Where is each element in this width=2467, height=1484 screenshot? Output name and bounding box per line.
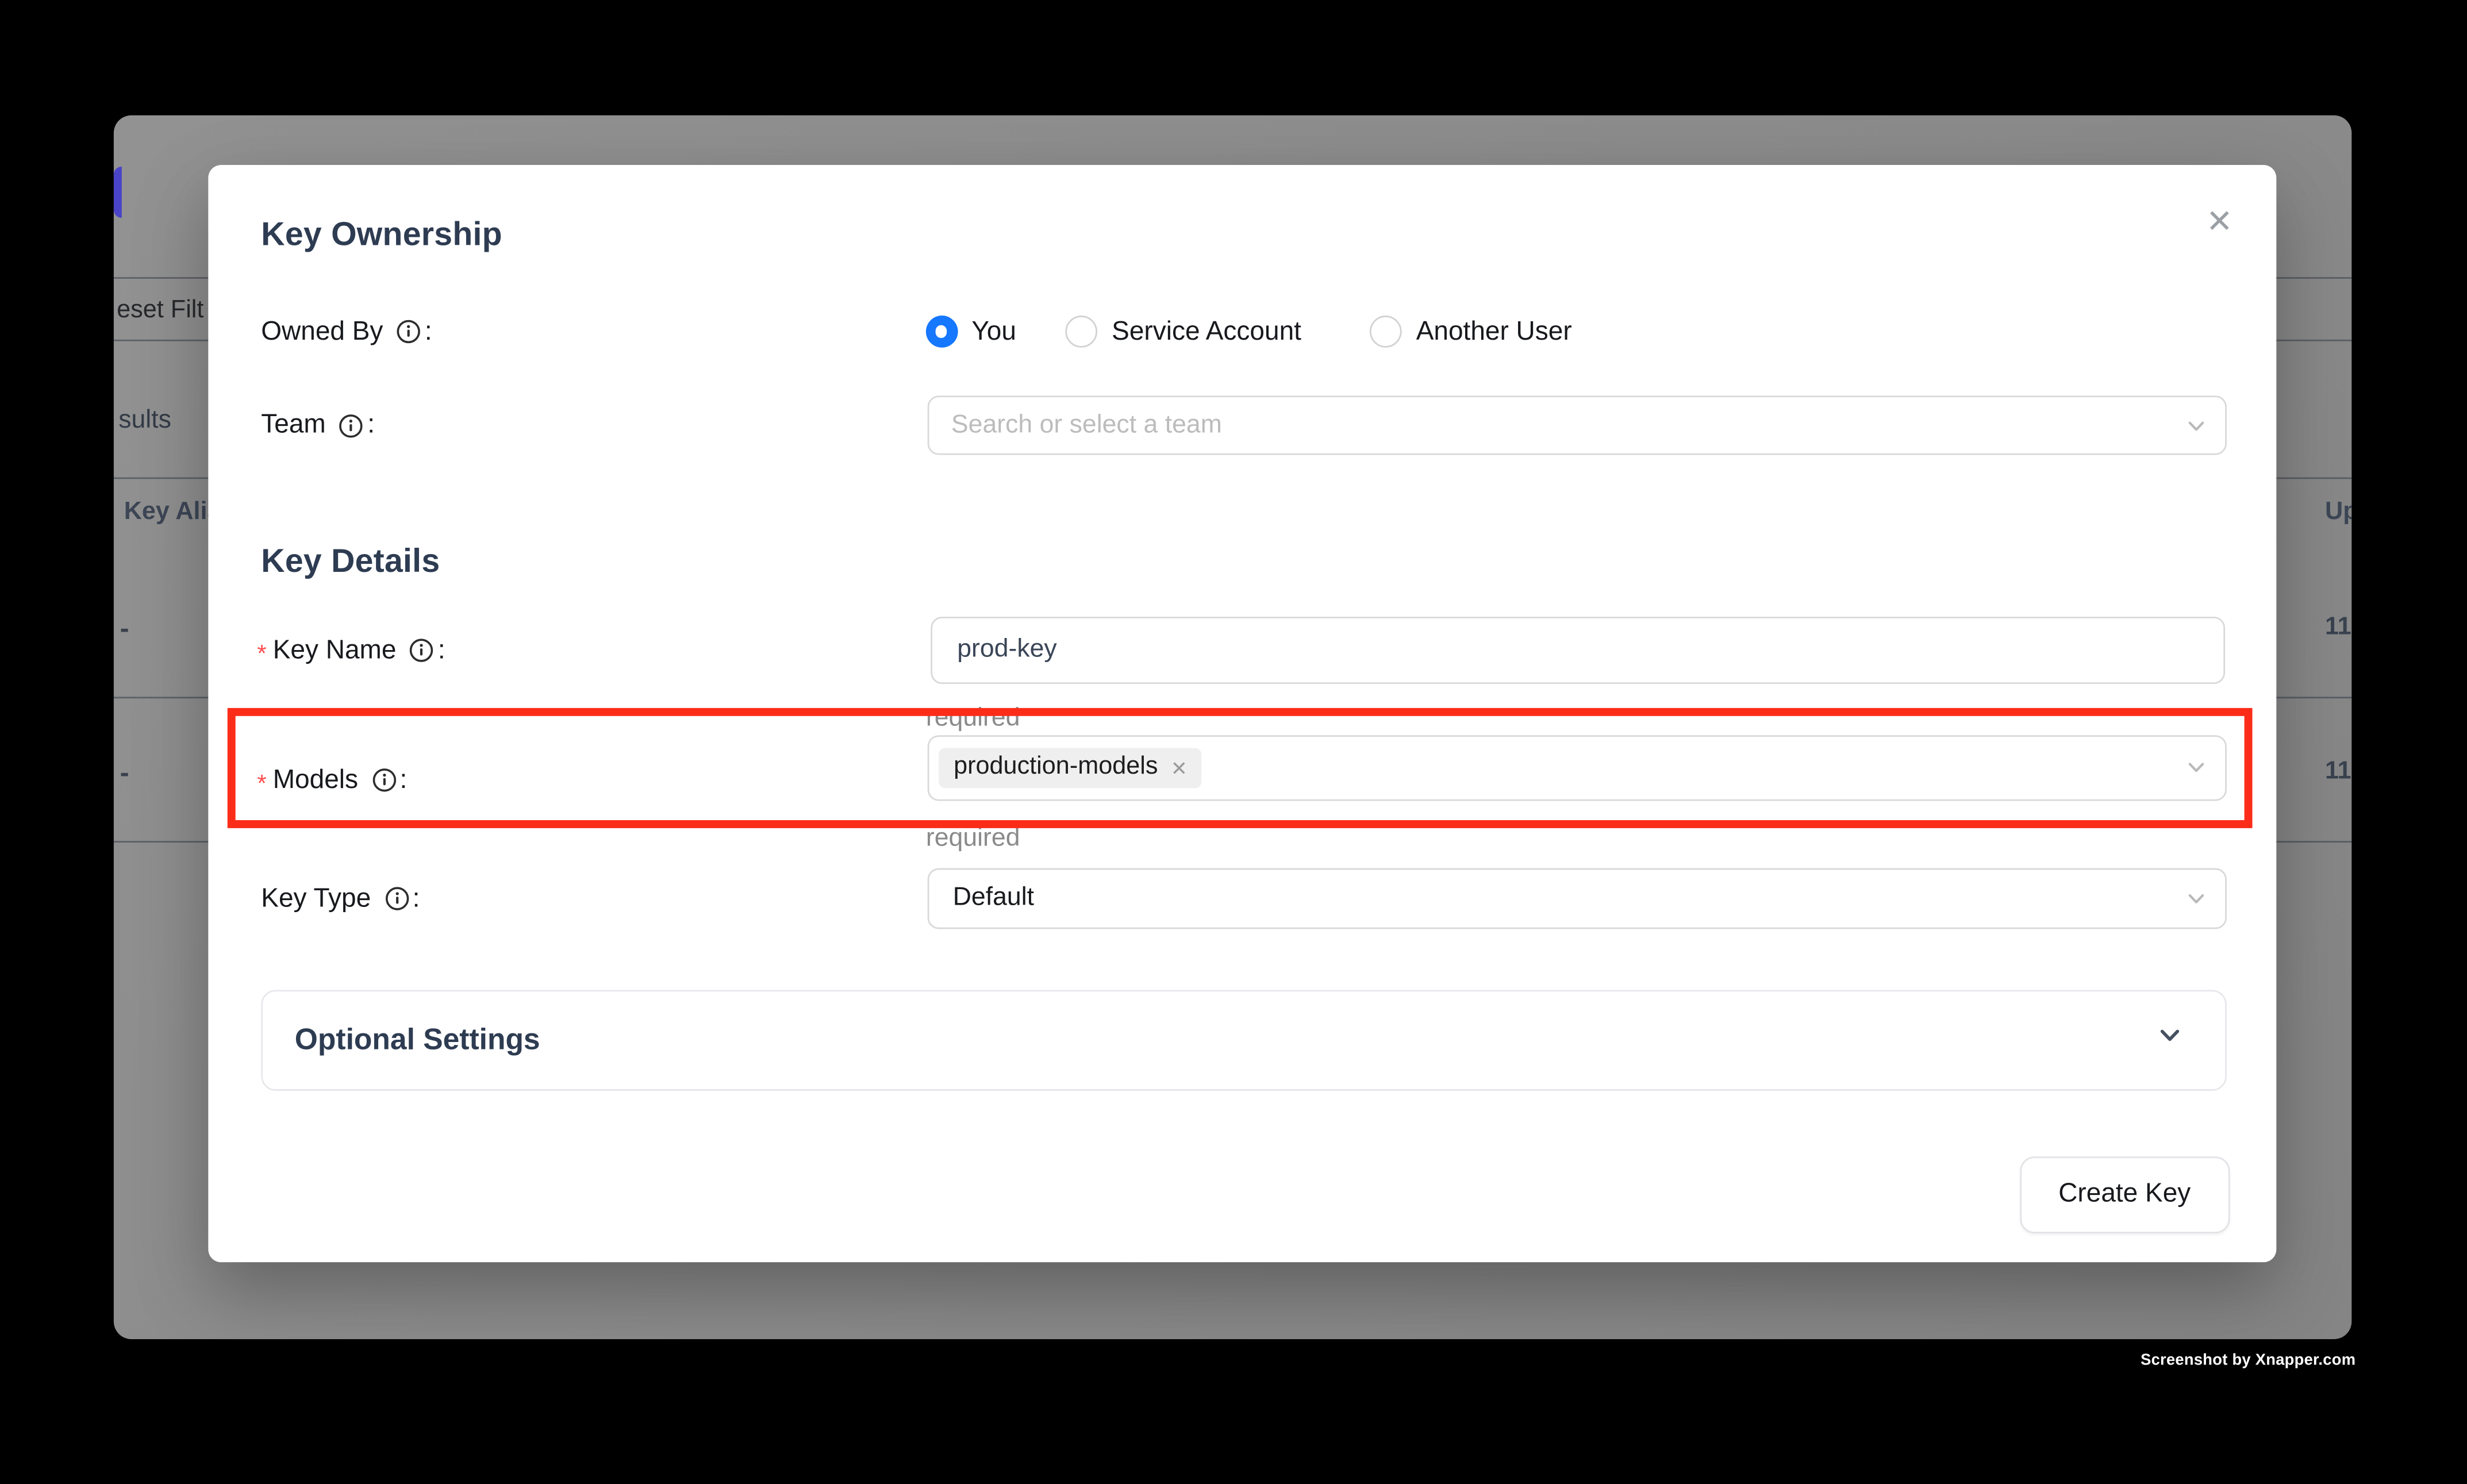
label-colon: :: [425, 316, 432, 347]
table-cell-dash: -: [120, 758, 129, 790]
updated-column-header-fragment: Up: [2325, 499, 2352, 528]
team-label: Team :: [261, 409, 375, 443]
xnapper-watermark: Screenshot by Xnapper.com: [2141, 1351, 2355, 1369]
models-required-error: required: [926, 825, 1020, 854]
key-name-label-text: Key Name: [273, 635, 397, 666]
radio-label[interactable]: Service Account: [1112, 316, 1301, 347]
team-select[interactable]: Search or select a team: [927, 395, 2226, 456]
required-asterisk: *: [257, 640, 266, 667]
info-icon[interactable]: [339, 413, 364, 439]
owned-by-label-text: Owned By: [261, 316, 383, 347]
team-select-placeholder: Search or select a team: [929, 411, 1222, 440]
table-cell-date-fragment: 11/: [2325, 614, 2352, 643]
key-alias-column-header-fragment: Key Alia: [124, 499, 221, 528]
optional-settings-title: Optional Settings: [295, 1022, 540, 1058]
key-type-label: Key Type :: [261, 882, 420, 916]
info-icon[interactable]: [396, 319, 422, 345]
optional-settings-accordion[interactable]: Optional Settings: [261, 990, 2226, 1090]
table-cell-dash: -: [120, 613, 129, 645]
key-name-input[interactable]: prod-key: [930, 616, 2225, 684]
radio-selected-icon[interactable]: [925, 316, 957, 348]
table-cell-date-fragment: 11/: [2325, 758, 2352, 787]
key-type-label-text: Key Type: [261, 883, 371, 914]
results-count-fragment: sults: [118, 407, 171, 436]
info-icon[interactable]: [409, 637, 435, 663]
chevron-down-icon[interactable]: [2184, 414, 2207, 445]
create-new-key-button-partial[interactable]: [114, 167, 122, 219]
label-colon: :: [413, 883, 420, 914]
chevron-down-icon[interactable]: [2184, 887, 2207, 918]
chevron-down-icon[interactable]: [2155, 1022, 2182, 1058]
team-label-text: Team: [261, 410, 325, 440]
info-icon[interactable]: [383, 886, 409, 912]
models-row-highlight-annotation: [228, 708, 2253, 829]
reset-filters-button-fragment[interactable]: eset Filt: [117, 297, 203, 325]
key-name-label: * Key Name :: [257, 633, 445, 667]
radio-owned-by-you[interactable]: You: [925, 315, 1016, 349]
key-type-value: Default: [929, 884, 1034, 913]
close-icon[interactable]: ✕: [2197, 199, 2242, 244]
key-type-select[interactable]: Default: [927, 868, 2226, 929]
radio-owned-by-service-account[interactable]: Service Account: [1065, 315, 1301, 349]
section-title-key-details: Key Details: [261, 542, 440, 580]
radio-unselected-icon[interactable]: [1370, 316, 1402, 348]
radio-label[interactable]: You: [971, 316, 1016, 347]
radio-label[interactable]: Another User: [1416, 316, 1572, 347]
label-colon: :: [367, 410, 375, 440]
radio-unselected-icon[interactable]: [1065, 316, 1097, 348]
create-key-button[interactable]: Create Key: [2019, 1156, 2230, 1232]
key-name-value: prod-key: [932, 636, 1057, 664]
radio-owned-by-another-user[interactable]: Another User: [1370, 315, 1572, 349]
owned-by-label: Owned By :: [261, 315, 432, 349]
screenshot-canvas: eset Filt sults Key Alia - - Up 11/ 11/ …: [0, 0, 2467, 1484]
label-colon: :: [438, 635, 445, 666]
modal-title-key-ownership: Key Ownership: [261, 216, 502, 254]
